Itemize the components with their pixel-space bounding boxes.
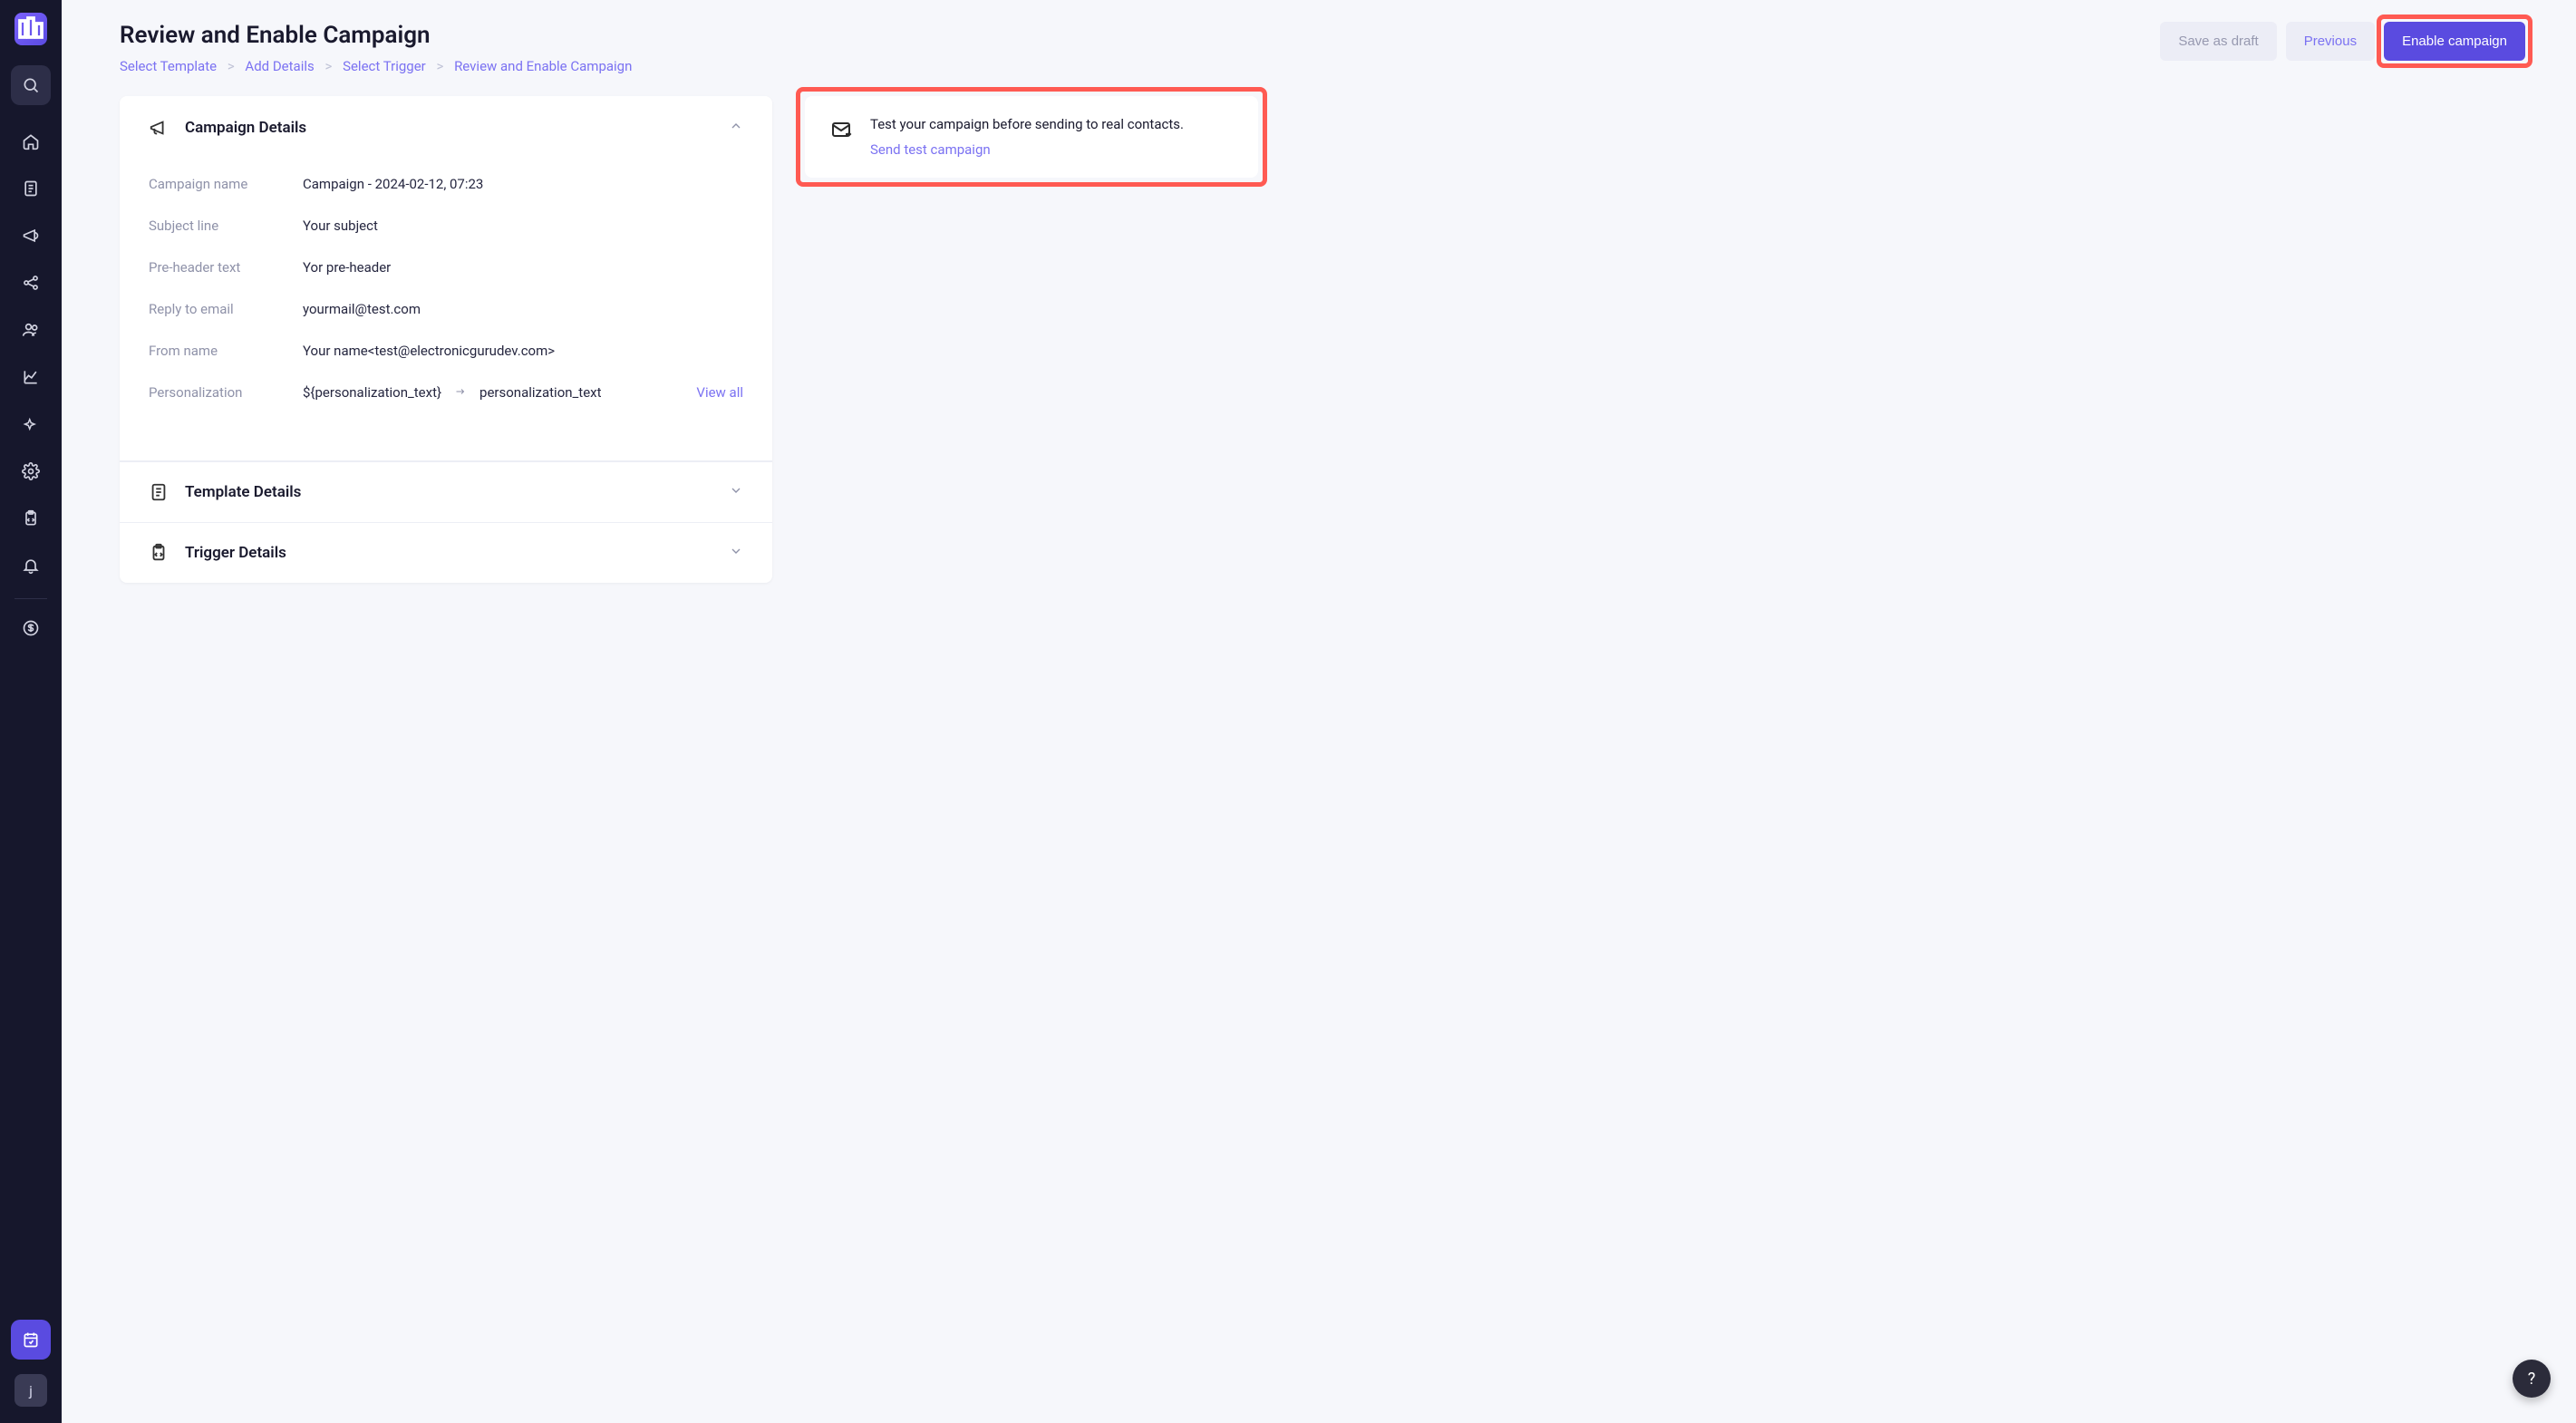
chevron-right-icon: > — [324, 58, 332, 74]
sidebar: j — [0, 0, 62, 1423]
row-replyto: Reply to email yourmail@test.com — [149, 288, 743, 330]
sidebar-divider — [15, 598, 47, 599]
nav-users-icon[interactable] — [11, 310, 51, 350]
view-all-link[interactable]: View all — [696, 384, 743, 401]
chevron-down-icon — [729, 483, 743, 501]
template-icon — [149, 482, 169, 502]
nav-megaphone-icon[interactable] — [11, 216, 51, 256]
chevron-right-icon: > — [228, 58, 235, 74]
breadcrumb-select-template[interactable]: Select Template — [120, 58, 217, 74]
value-personalization-resolved: personalization_text — [479, 384, 601, 401]
nav-clipboard-code-icon[interactable] — [11, 499, 51, 538]
campaign-details-title: Campaign Details — [185, 119, 712, 137]
breadcrumb-add-details[interactable]: Add Details — [245, 58, 314, 74]
test-campaign-message: Test your campaign before sending to rea… — [870, 116, 1184, 132]
label-campaign-name: Campaign name — [149, 176, 303, 192]
nav-share-icon[interactable] — [11, 263, 51, 303]
breadcrumb-select-trigger[interactable]: Select Trigger — [343, 58, 426, 74]
search-icon[interactable] — [11, 65, 51, 105]
previous-button[interactable]: Previous — [2286, 22, 2375, 61]
nav-home-icon[interactable] — [11, 121, 51, 161]
trigger-details-title: Trigger Details — [185, 544, 712, 562]
nav-dollar-icon[interactable] — [11, 608, 51, 648]
chevron-down-icon — [729, 544, 743, 562]
row-personalization: Personalization ${personalization_text} … — [149, 372, 743, 413]
send-test-campaign-link[interactable]: Send test campaign — [870, 141, 1184, 158]
megaphone-icon — [149, 118, 169, 138]
campaign-details-header[interactable]: Campaign Details — [120, 96, 772, 149]
label-from: From name — [149, 343, 303, 359]
nav-calendar-icon[interactable] — [11, 1320, 51, 1360]
nav-document-icon[interactable] — [11, 169, 51, 208]
template-details-header[interactable]: Template Details — [120, 461, 772, 522]
label-preheader: Pre-header text — [149, 259, 303, 276]
save-draft-button[interactable]: Save as draft — [2160, 22, 2276, 61]
test-campaign-card: Test your campaign before sending to rea… — [805, 96, 1258, 178]
page-title: Review and Enable Campaign — [120, 22, 632, 49]
label-replyto: Reply to email — [149, 301, 303, 317]
breadcrumb: Select Template > Add Details > Select T… — [120, 58, 632, 74]
enable-campaign-button[interactable]: Enable campaign — [2384, 22, 2525, 61]
template-details-title: Template Details — [185, 483, 712, 501]
help-fab-button[interactable]: ? — [2513, 1360, 2551, 1398]
row-campaign-name: Campaign name Campaign - 2024-02-12, 07:… — [149, 163, 743, 205]
value-replyto: yourmail@test.com — [303, 301, 421, 317]
value-personalization-token: ${personalization_text} — [303, 384, 441, 401]
header-actions: Save as draft Previous Enable campaign — [2160, 22, 2525, 61]
nav-spark-icon[interactable] — [11, 404, 51, 444]
main-content: Review and Enable Campaign Select Templa… — [62, 0, 2576, 1423]
nav-bell-icon[interactable] — [11, 546, 51, 586]
nav-gear-icon[interactable] — [11, 451, 51, 491]
nav-chart-icon[interactable] — [11, 357, 51, 397]
row-from: From name Your name<test@electronicgurud… — [149, 330, 743, 372]
campaign-card: Campaign Details Campaign name Campaign … — [120, 96, 772, 583]
chevron-up-icon — [729, 119, 743, 137]
value-subject: Your subject — [303, 218, 378, 234]
value-campaign-name: Campaign - 2024-02-12, 07:23 — [303, 176, 483, 192]
app-logo[interactable] — [15, 13, 47, 45]
value-preheader: Yor pre-header — [303, 259, 391, 276]
trigger-icon — [149, 543, 169, 563]
chevron-right-icon: > — [436, 58, 443, 74]
label-personalization: Personalization — [149, 384, 303, 401]
user-avatar[interactable]: j — [15, 1374, 47, 1407]
row-subject: Subject line Your subject — [149, 205, 743, 247]
breadcrumb-review-enable[interactable]: Review and Enable Campaign — [454, 58, 632, 74]
mail-send-icon — [830, 119, 852, 140]
value-from: Your name<test@electronicgurudev.com> — [303, 343, 555, 359]
label-subject: Subject line — [149, 218, 303, 234]
campaign-details-body: Campaign name Campaign - 2024-02-12, 07:… — [120, 149, 772, 439]
row-preheader: Pre-header text Yor pre-header — [149, 247, 743, 288]
trigger-details-header[interactable]: Trigger Details — [120, 522, 772, 583]
arrow-right-icon — [452, 384, 469, 401]
